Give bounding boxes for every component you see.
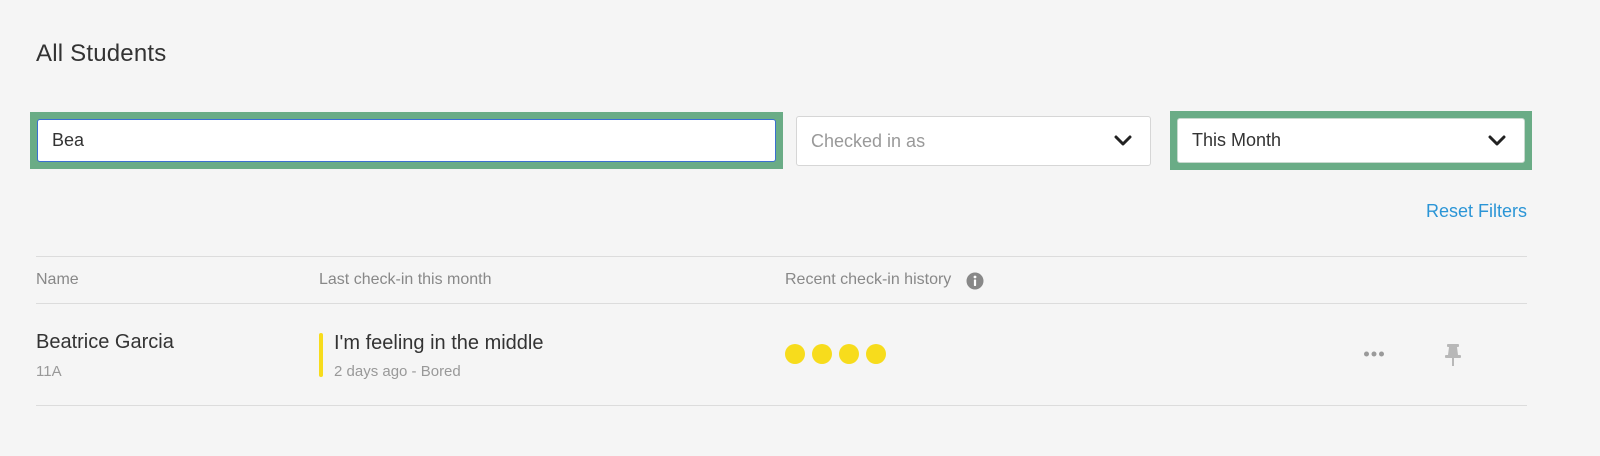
history-dot [866,344,886,364]
checked-in-as-placeholder: Checked in as [811,130,926,151]
pin-icon[interactable] [1443,343,1463,367]
search-input[interactable] [37,119,776,162]
chevron-down-icon [1488,135,1506,145]
search-focus-ring [30,112,783,169]
last-checkin-detail: 2 days ago - Bored [334,363,461,380]
column-header-name: Name [36,271,79,288]
chevron-down-icon [1114,135,1132,146]
checkin-history [785,344,886,364]
info-icon[interactable] [966,272,984,290]
checked-in-as-select[interactable]: Checked in as [796,116,1151,166]
header-divider [36,303,1527,304]
reset-filters-link[interactable]: Reset Filters [1426,201,1527,222]
period-select-value: This Month [1192,130,1282,150]
student-class: 11A [36,363,62,380]
history-dot [839,344,859,364]
history-dot [812,344,832,364]
last-checkin-text: I'm feeling in the middle [334,332,544,354]
table-top-divider [36,256,1527,257]
more-options-icon[interactable] [1362,347,1386,361]
history-dot [785,344,805,364]
student-name[interactable]: Beatrice Garcia [36,331,174,354]
column-header-last-checkin: Last check-in this month [319,271,492,288]
period-select[interactable]: This Month [1177,118,1525,163]
period-focus-ring: This Month [1170,111,1532,170]
page-title: All Students [36,40,167,67]
mood-indicator-bar [319,333,323,377]
column-header-history: Recent check-in history [785,271,952,288]
row-divider [36,405,1527,406]
